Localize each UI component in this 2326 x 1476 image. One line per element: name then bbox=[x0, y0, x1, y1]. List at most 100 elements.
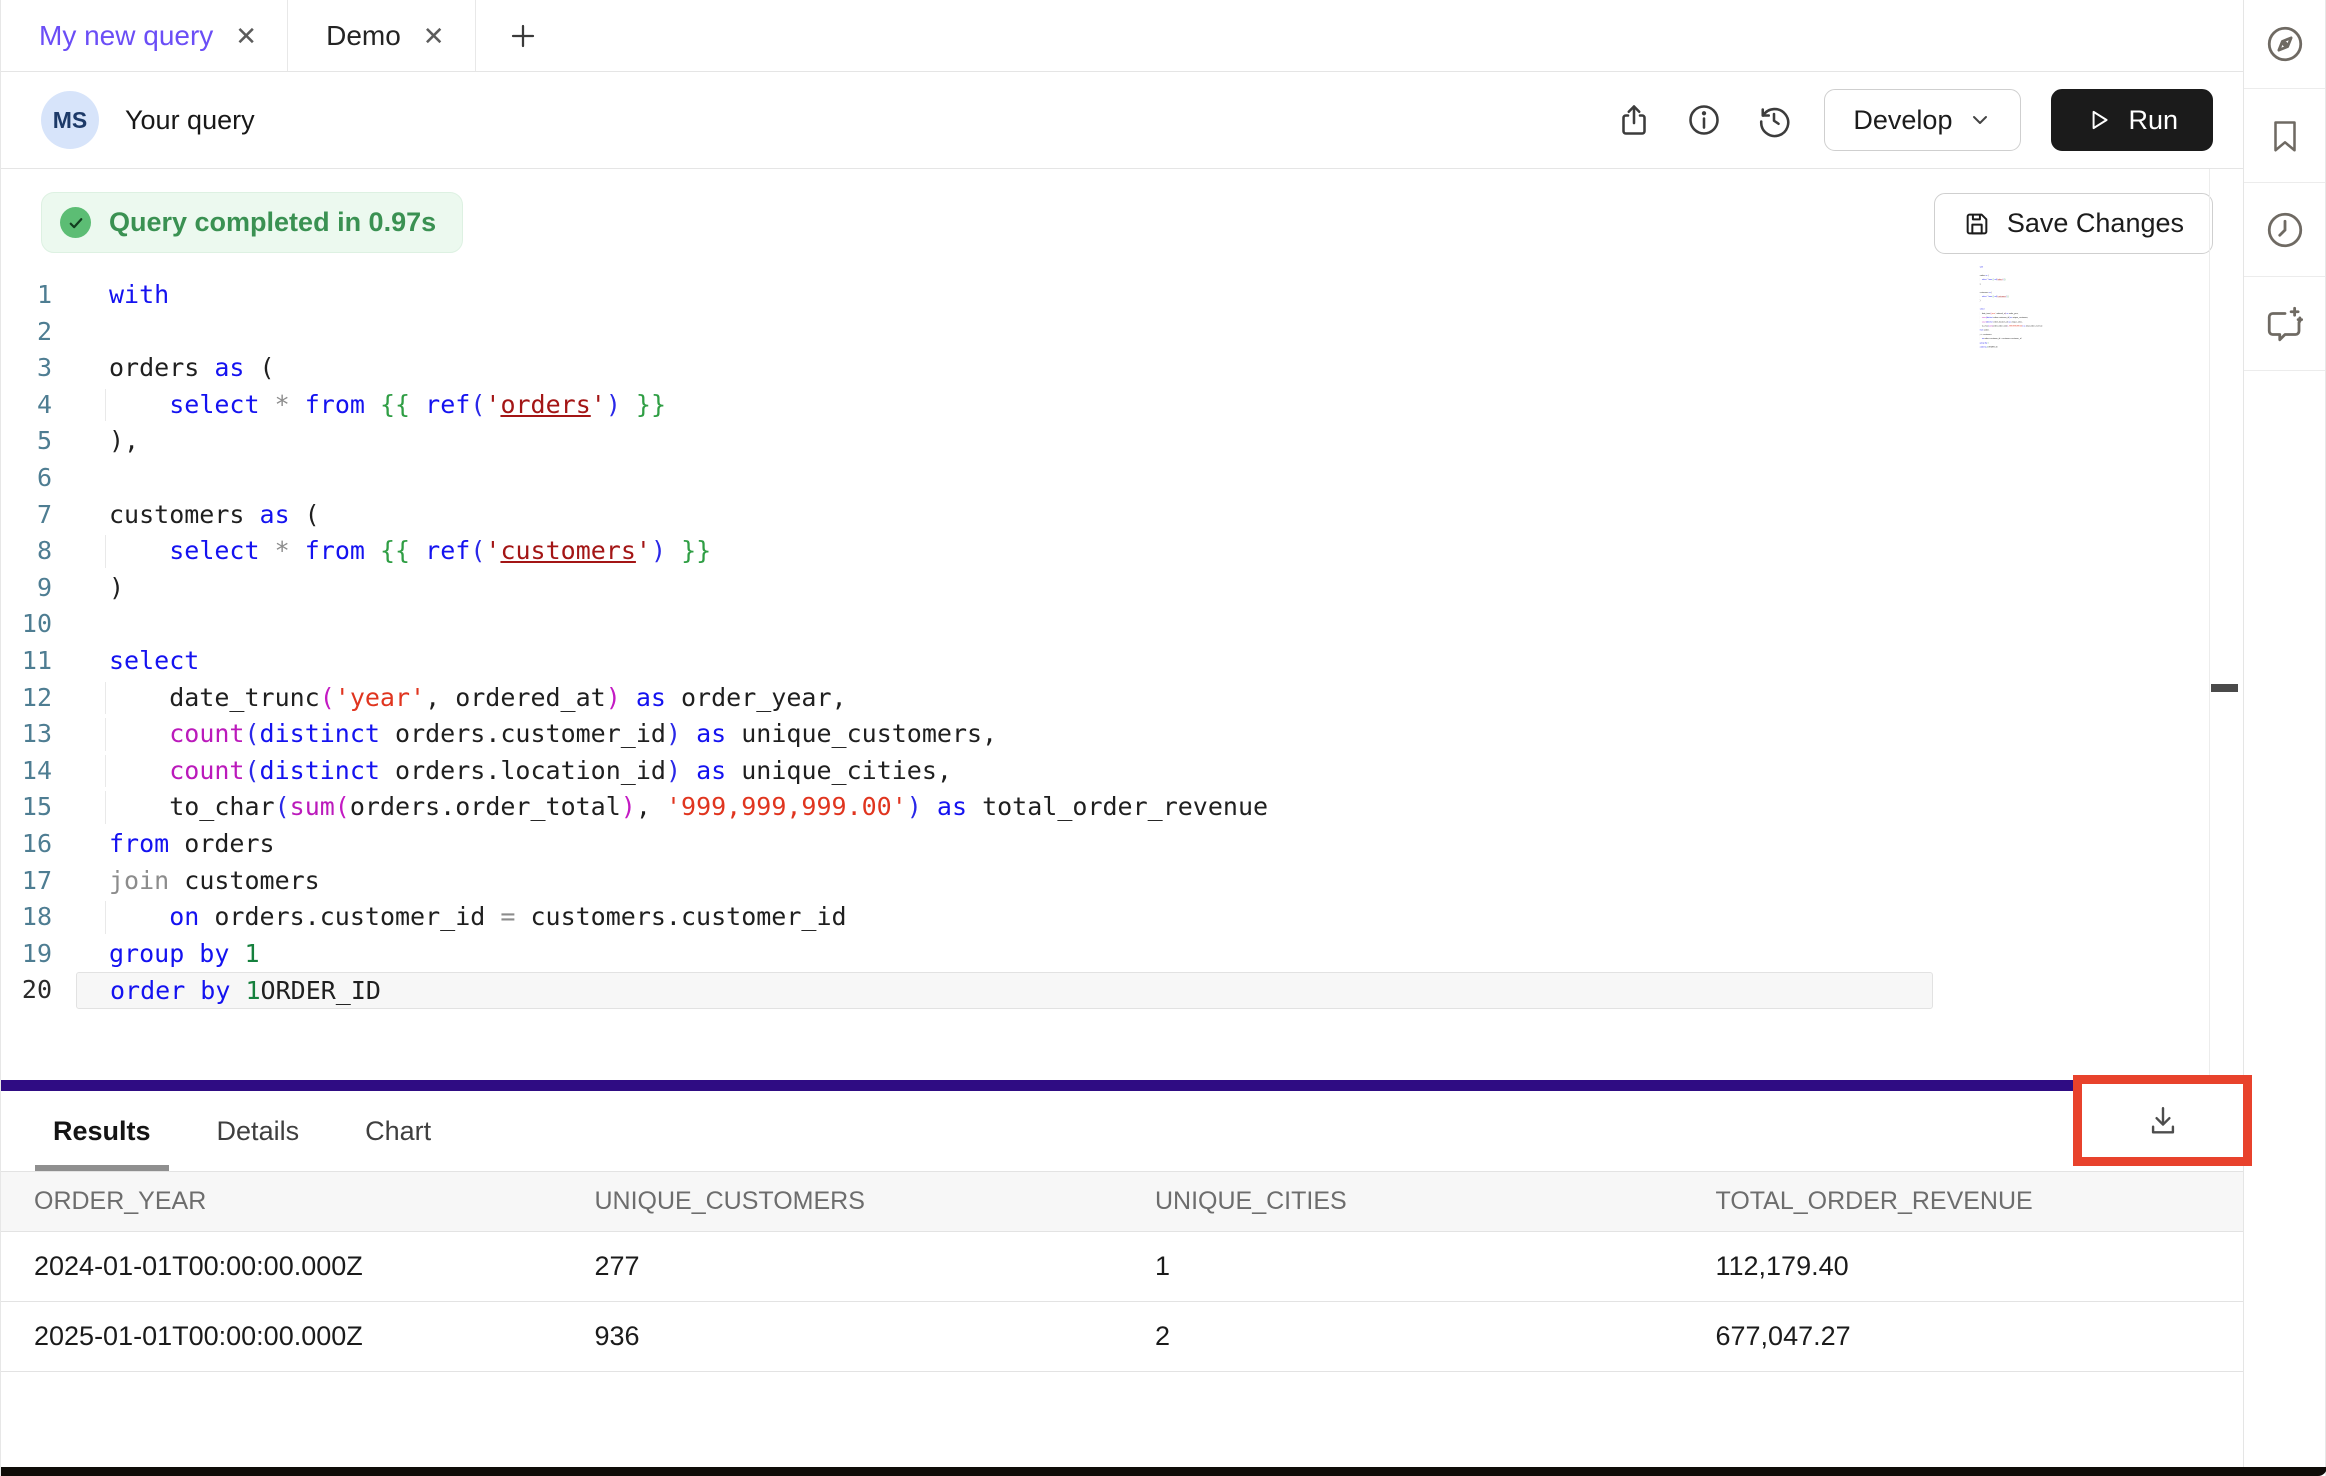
code-line[interactable]: 14 count(distinct orders.location_id) as… bbox=[1, 753, 1933, 790]
line-content: date_trunc('year', ordered_at) as order_… bbox=[76, 680, 847, 717]
code-line[interactable]: 11select bbox=[1, 643, 1933, 680]
code-line[interactable]: 20order by 1ORDER_ID bbox=[1, 972, 1933, 1009]
table-row[interactable]: 2024-01-01T00:00:00.000Z2771112,179.40 bbox=[1, 1232, 2243, 1302]
info-icon[interactable] bbox=[1684, 100, 1724, 140]
close-icon[interactable]: ✕ bbox=[235, 23, 257, 49]
minimap-code: 1with23orders as (4 select * from {{ ref… bbox=[1976, 265, 2141, 349]
line-number: 18 bbox=[1, 899, 76, 936]
line-content: count(distinct orders.customer_id) as un… bbox=[76, 716, 997, 753]
download-annotation-box bbox=[2073, 1075, 2252, 1166]
save-icon bbox=[1963, 210, 1991, 238]
editor-tab[interactable]: Demo✕ bbox=[288, 0, 475, 71]
table-row[interactable]: 2025-01-01T00:00:00.000Z9362677,047.27 bbox=[1, 1302, 2243, 1372]
results-tab-details[interactable]: Details bbox=[217, 1091, 300, 1171]
line-content: with bbox=[76, 277, 169, 314]
column-header[interactable]: TOTAL_ORDER_REVENUE bbox=[1683, 1172, 2244, 1232]
new-tab-button[interactable] bbox=[476, 0, 570, 71]
code-line[interactable]: 19group by 1 bbox=[1, 936, 1933, 973]
line-number: 17 bbox=[1, 863, 76, 900]
run-button[interactable]: Run bbox=[2051, 89, 2213, 151]
line-content: on orders.customer_id = customers.custom… bbox=[76, 899, 847, 936]
column-header[interactable]: UNIQUE_CUSTOMERS bbox=[562, 1172, 1123, 1232]
line-content: to_char(sum(orders.order_total), '999,99… bbox=[76, 789, 1268, 826]
line-number: 6 bbox=[1, 460, 76, 497]
line-number: 1 bbox=[1, 277, 76, 314]
code-line[interactable]: 1with bbox=[1, 277, 1933, 314]
code-line[interactable]: 9) bbox=[1, 570, 1933, 607]
save-changes-label: Save Changes bbox=[2007, 208, 2184, 239]
code-line[interactable]: 16from orders bbox=[1, 826, 1933, 863]
editor-tab[interactable]: My new query✕ bbox=[1, 0, 287, 71]
line-number: 12 bbox=[1, 680, 76, 717]
column-header[interactable]: ORDER_YEAR bbox=[1, 1172, 562, 1232]
page-title: Your query bbox=[125, 105, 255, 136]
status-message: Query completed in 0.97s bbox=[109, 207, 436, 238]
code-line[interactable]: 6 bbox=[1, 460, 1933, 497]
save-changes-button[interactable]: Save Changes bbox=[1934, 193, 2213, 254]
code-line[interactable]: 18 on orders.customer_id = customers.cus… bbox=[1, 899, 1933, 936]
editor-scrollbar-track[interactable] bbox=[2209, 169, 2210, 1080]
history-clock-icon[interactable] bbox=[2244, 183, 2325, 277]
success-check-icon bbox=[60, 207, 91, 238]
tab-bar: My new query✕Demo✕ bbox=[1, 0, 2243, 72]
results-table: ORDER_YEARUNIQUE_CUSTOMERSUNIQUE_CITIEST… bbox=[1, 1171, 2243, 1372]
line-number: 15 bbox=[1, 789, 76, 826]
line-content: customers as ( bbox=[76, 497, 320, 534]
column-header[interactable]: UNIQUE_CITIES bbox=[1122, 1172, 1683, 1232]
table-cell: 2024-01-01T00:00:00.000Z bbox=[1, 1232, 562, 1302]
results-tab-chart[interactable]: Chart bbox=[365, 1091, 431, 1171]
line-number: 13 bbox=[1, 716, 76, 753]
right-icon-rail bbox=[2243, 0, 2325, 1476]
minimap[interactable]: 1with23orders as (4 select * from {{ ref… bbox=[1976, 265, 2141, 375]
code-line[interactable]: 20order by 1ORDER_ID bbox=[1976, 345, 2141, 349]
rail-spacer bbox=[2244, 371, 2325, 1476]
develop-dropdown[interactable]: Develop bbox=[1824, 89, 2021, 151]
panel-resize-handle[interactable] bbox=[1, 1080, 2243, 1091]
line-number: 5 bbox=[1, 423, 76, 460]
code-line[interactable]: 4 select * from {{ ref('orders') }} bbox=[1, 387, 1933, 424]
line-content: join customers bbox=[76, 863, 320, 900]
download-results-button[interactable] bbox=[2139, 1097, 2187, 1145]
code-line[interactable]: 12 date_trunc('year', ordered_at) as ord… bbox=[1, 680, 1933, 717]
plus-icon bbox=[508, 21, 538, 51]
code-line[interactable]: 17join customers bbox=[1, 863, 1933, 900]
line-number: 14 bbox=[1, 753, 76, 790]
history-restore-icon[interactable] bbox=[1754, 100, 1794, 140]
sql-editor[interactable]: Query completed in 0.97s Save Changes 1w… bbox=[1, 169, 2243, 1080]
compass-icon[interactable] bbox=[2244, 0, 2325, 89]
line-content bbox=[76, 314, 109, 351]
close-icon[interactable]: ✕ bbox=[423, 23, 445, 49]
play-icon bbox=[2086, 107, 2112, 133]
code-line[interactable]: 3orders as ( bbox=[1, 350, 1933, 387]
results-tab-results[interactable]: Results bbox=[53, 1091, 151, 1171]
code-line[interactable]: 10 bbox=[1, 606, 1933, 643]
line-number: 9 bbox=[1, 570, 76, 607]
scroll-position-marker[interactable] bbox=[2211, 684, 2238, 692]
table-cell: 1 bbox=[1122, 1232, 1683, 1302]
code-line[interactable]: 8 select * from {{ ref('customers') }} bbox=[1, 533, 1933, 570]
line-content bbox=[76, 606, 109, 643]
line-number: 4 bbox=[1, 387, 76, 424]
results-panel: Results Details Chart ORDER_YEARUNIQUE_CUS… bbox=[1, 1091, 2243, 1476]
code-line[interactable]: 5), bbox=[1, 423, 1933, 460]
avatar: MS bbox=[41, 91, 99, 149]
table-cell: 277 bbox=[562, 1232, 1123, 1302]
line-content: from orders bbox=[76, 826, 275, 863]
query-header: MS Your query bbox=[1, 72, 2243, 169]
share-icon[interactable] bbox=[1614, 100, 1654, 140]
bookmark-icon[interactable] bbox=[2244, 89, 2325, 183]
line-content: select * from {{ ref('customers') }} bbox=[76, 533, 711, 570]
line-content: order by 1ORDER_ID bbox=[1976, 345, 2141, 349]
table-cell: 677,047.27 bbox=[1683, 1302, 2244, 1372]
code-line[interactable]: 15 to_char(sum(orders.order_total), '999… bbox=[1, 789, 1933, 826]
results-tab-bar: Results Details Chart bbox=[1, 1091, 2243, 1171]
ai-chat-icon[interactable] bbox=[2244, 277, 2325, 371]
code-area[interactable]: 1with23orders as (4 select * from {{ ref… bbox=[1, 277, 1933, 1009]
code-line[interactable]: 7customers as ( bbox=[1, 497, 1933, 534]
line-content bbox=[76, 460, 109, 497]
table-cell: 112,179.40 bbox=[1683, 1232, 2244, 1302]
code-line[interactable]: 13 count(distinct orders.customer_id) as… bbox=[1, 716, 1933, 753]
code-line[interactable]: 2 bbox=[1, 314, 1933, 351]
window-bottom-edge bbox=[1, 1467, 2326, 1476]
table-cell: 2 bbox=[1122, 1302, 1683, 1372]
